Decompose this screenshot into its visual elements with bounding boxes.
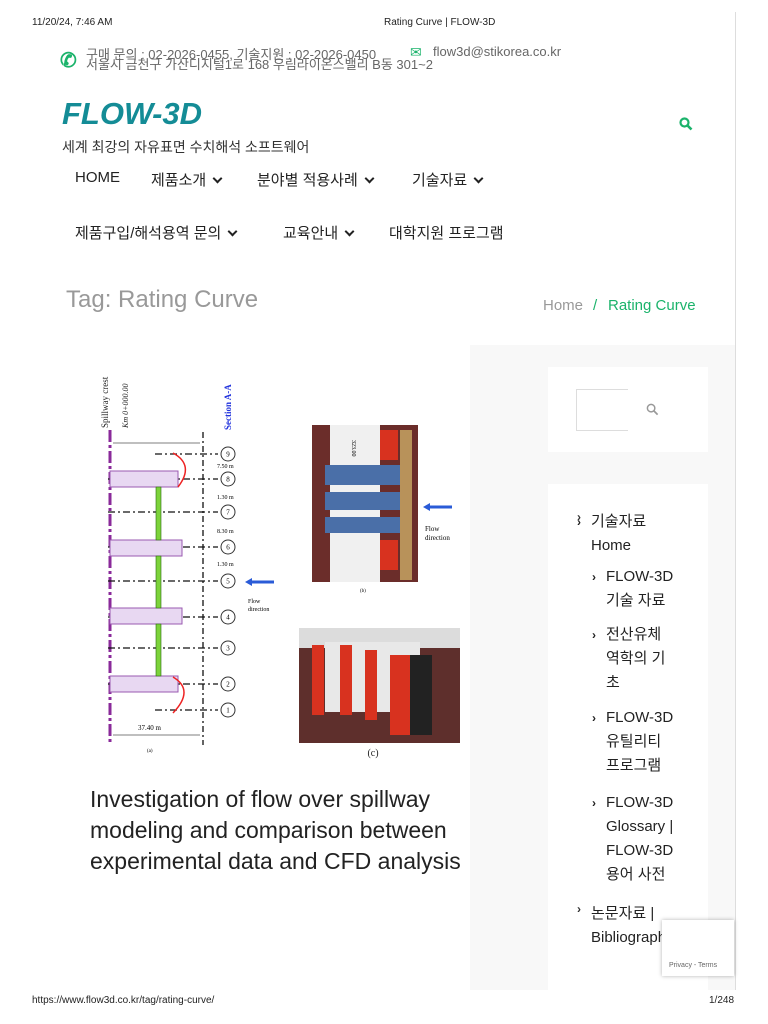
section-number: 9 bbox=[226, 451, 230, 459]
fig-elev: 323.00 bbox=[350, 440, 356, 457]
nav-home[interactable]: HOME bbox=[75, 169, 120, 186]
fig-width-label: 37.40 m bbox=[138, 724, 162, 732]
section-number: 5 bbox=[226, 578, 230, 586]
breadcrumb-home[interactable]: Home bbox=[543, 297, 583, 314]
chevron-down-icon bbox=[344, 226, 355, 237]
pdf-datetime: 11/20/24, 7:46 AM bbox=[32, 17, 113, 28]
sidebar-item-tech-home[interactable]: › 기술자료 Home bbox=[577, 510, 661, 558]
pdf-page-number: 1/248 bbox=[709, 995, 735, 1006]
nav-university[interactable]: 대학지원 프로그램 bbox=[389, 222, 504, 243]
chevron-right-icon: › bbox=[592, 570, 596, 584]
section-number: 2 bbox=[226, 681, 230, 689]
nav-purchase[interactable]: 제품구입/해석용역 문의 bbox=[75, 222, 238, 243]
sidebar-item-cfd-basics[interactable]: › 전산유체 역학의 기초 bbox=[592, 623, 672, 695]
fig-panel-c: (c) bbox=[367, 748, 378, 759]
fig-flow: Flow bbox=[248, 599, 261, 605]
search-icon[interactable] bbox=[646, 403, 659, 421]
search-icon[interactable] bbox=[679, 117, 693, 136]
page-title: Tag: Rating Curve bbox=[66, 286, 259, 313]
fig-panel-a: (a) bbox=[147, 749, 153, 754]
nav-label: 제품소개 bbox=[151, 172, 207, 189]
pdf-url: https://www.flow3d.co.kr/tag/rating-curv… bbox=[32, 995, 215, 1006]
article-figure[interactable]: Spillway crest Km 0+000.00 Section A-A 9… bbox=[90, 370, 470, 760]
section-number: 7 bbox=[226, 509, 230, 517]
email-icon: ✉ bbox=[410, 44, 422, 60]
sidebar-search-input[interactable] bbox=[576, 389, 628, 431]
fig-km-label: Km 0+000.00 bbox=[121, 383, 130, 429]
fig-spillway-label: Spillway crest bbox=[100, 376, 110, 428]
chevron-down-icon bbox=[227, 226, 238, 237]
section-number: 1 bbox=[226, 707, 230, 715]
chevron-right-icon: › bbox=[577, 902, 581, 916]
nav-label: HOME bbox=[75, 169, 120, 186]
sidebar-item-glossary[interactable]: › FLOW-3D Glossary | FLOW-3D 용어 사전 bbox=[592, 791, 676, 887]
address-info: 서울시 금천구 가산디지털1로 168 우림라이온스밸리 B동 301~2 bbox=[86, 57, 433, 72]
fig-dim: 1.30 m bbox=[217, 562, 234, 568]
page-divider bbox=[735, 12, 736, 990]
sidebar-item-label: 전산유체 역학의 기초 bbox=[606, 626, 666, 691]
nav-label: 제품구입/해석용역 문의 bbox=[75, 225, 222, 242]
chevron-right-icon: › bbox=[577, 510, 581, 524]
fig-flow: direction bbox=[425, 534, 450, 542]
section-number: 8 bbox=[226, 476, 230, 484]
nav-label: 대학지원 프로그램 bbox=[389, 225, 504, 242]
sidebar-item-label: 기술자료 Home bbox=[591, 513, 647, 554]
breadcrumb-separator: / bbox=[593, 297, 598, 314]
sidebar-item-label: FLOW-3D 기술 자료 bbox=[606, 568, 674, 609]
breadcrumb-current: Rating Curve bbox=[608, 297, 696, 314]
sidebar-item-flow3d-tech[interactable]: › FLOW-3D 기술 자료 bbox=[592, 565, 676, 613]
section-number: 6 bbox=[226, 544, 230, 552]
chevron-down-icon bbox=[364, 173, 375, 184]
chevron-right-icon: › bbox=[592, 628, 596, 642]
nav-education[interactable]: 교육안내 bbox=[283, 222, 355, 243]
chevron-right-icon: › bbox=[592, 711, 596, 725]
fig-flow: direction bbox=[248, 607, 269, 613]
nav-applications[interactable]: 분야별 적용사례 bbox=[257, 169, 375, 190]
site-tagline: 세계 최강의 자유표면 수치해석 소프트웨어 bbox=[62, 139, 310, 155]
nav-label: 분야별 적용사례 bbox=[257, 172, 358, 189]
fig-dim: 8.30 m bbox=[217, 529, 234, 535]
chevron-down-icon bbox=[473, 173, 484, 184]
fig-flow: Flow bbox=[425, 525, 440, 533]
section-number: 3 bbox=[226, 645, 230, 653]
pdf-title: Rating Curve | FLOW-3D bbox=[384, 17, 496, 28]
nav-tech[interactable]: 기술자료 bbox=[412, 169, 484, 190]
phone-icon: ✆ bbox=[60, 50, 77, 72]
search-widget bbox=[548, 367, 708, 452]
fig-section-label: Section A-A bbox=[223, 384, 233, 430]
recaptcha-links[interactable]: Privacy - Terms bbox=[669, 962, 717, 969]
sidebar-item-label: FLOW-3D 유틸리티 프로그램 bbox=[606, 709, 674, 774]
sidebar-item-label: FLOW-3D Glossary | FLOW-3D 용어 사전 bbox=[606, 794, 674, 883]
sidebar-item-utilities[interactable]: › FLOW-3D 유틸리티 프로그램 bbox=[592, 706, 676, 778]
fig-panel-b: (b) bbox=[360, 589, 366, 594]
site-logo[interactable]: FLOW-3D bbox=[62, 96, 202, 132]
fig-dim: 7.50 m bbox=[217, 464, 234, 470]
chevron-right-icon: › bbox=[592, 796, 596, 810]
email-link[interactable]: flow3d@stikorea.co.kr bbox=[433, 44, 561, 59]
nav-label: 기술자료 bbox=[412, 172, 468, 189]
recaptcha-badge[interactable]: Privacy - Terms bbox=[662, 920, 734, 976]
section-number: 4 bbox=[226, 614, 230, 622]
nav-products[interactable]: 제품소개 bbox=[151, 169, 223, 190]
fig-dim: 1.30 m bbox=[217, 495, 234, 501]
nav-label: 교육안내 bbox=[283, 225, 339, 242]
article-title-link[interactable]: Investigation of flow over spillway mode… bbox=[90, 784, 470, 877]
chevron-down-icon bbox=[212, 173, 223, 184]
